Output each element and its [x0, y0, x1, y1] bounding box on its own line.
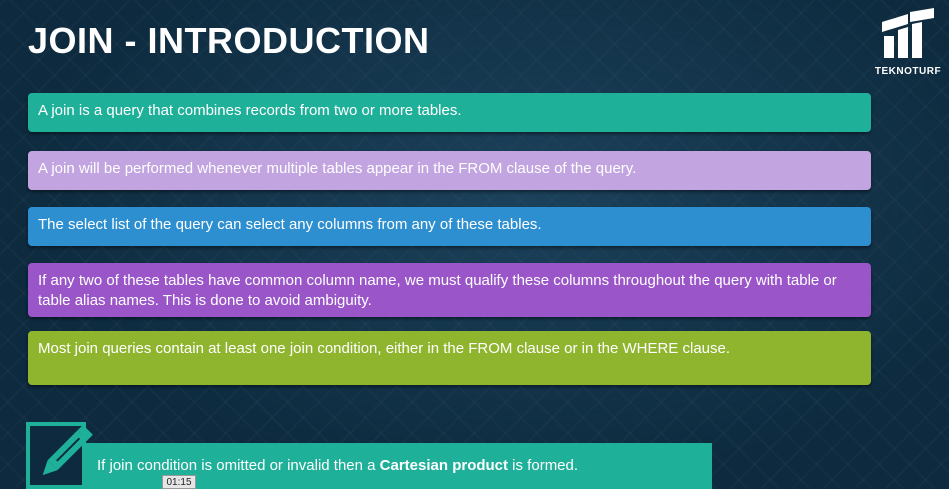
point-3: The select list of the query can select …	[28, 207, 871, 246]
note-suffix: is formed.	[508, 457, 579, 474]
video-timestamp[interactable]: 01:15	[162, 475, 196, 489]
point-4: If any two of these tables have common c…	[28, 263, 871, 317]
point-2: A join will be performed whenever multip…	[28, 151, 871, 190]
note-prefix: If join condition is omitted or invalid …	[97, 457, 380, 474]
pencil-note-icon	[26, 422, 104, 489]
logo-icon	[882, 8, 934, 58]
teknoturf-logo: TEKNOTURF	[872, 8, 944, 77]
point-5: Most join queries contain at least one j…	[28, 331, 871, 385]
logo-text: TEKNOTURF	[874, 66, 942, 77]
point-1: A join is a query that combines records …	[28, 93, 871, 132]
slide-title: JOIN - INTRODUCTION	[28, 20, 430, 61]
note-bold: Cartesian product	[379, 457, 509, 474]
